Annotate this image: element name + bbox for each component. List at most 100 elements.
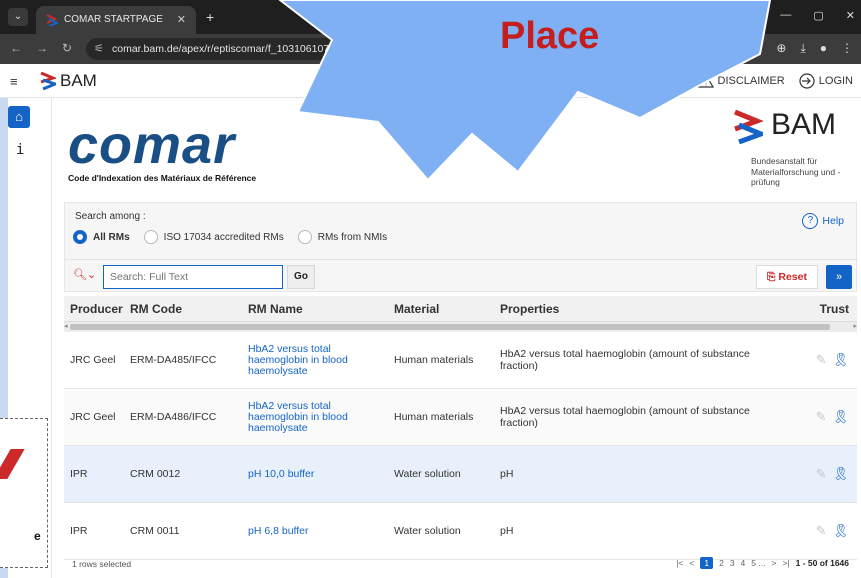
col-header-properties[interactable]: Properties [492,302,787,316]
award-icon[interactable]: 🎗︎ [832,523,849,539]
reset-label: Reset [778,271,807,283]
go-button[interactable]: Go [287,265,315,289]
horizontal-scrollbar[interactable]: ◂ ▸ [64,322,857,332]
forward-icon[interactable]: → [36,41,48,55]
award-icon[interactable]: 🎗︎ [832,466,849,482]
first-page-icon[interactable]: |< [676,558,683,568]
address-bar: ← → ↻ ⚟ comar.bam.de/apex/r/eptiscomar/f… [0,34,861,64]
page-link[interactable]: 5 ... [751,558,765,568]
page-link[interactable]: 4 [741,558,746,568]
tab-close-icon[interactable]: ✕ [177,13,186,26]
app-header: ≡ BAM CK ! DISCLAIMER LOGIN [0,64,861,98]
cell-properties: HbA2 versus total haemoglobin (amount of… [500,405,750,429]
feedback-link[interactable]: CK [668,75,683,87]
table-row[interactable]: JRC Geel ERM-DA485/IFCC HbA2 versus tota… [64,332,857,389]
login-link[interactable]: LOGIN [799,73,853,89]
help-label: Help [822,215,844,227]
main-content: comar Code d'Indexation des Matériaux de… [52,98,861,578]
col-header-trust[interactable]: Trust [787,302,857,316]
cell-properties: HbA2 versus total haemoglobin (amount of… [500,348,750,372]
warning-icon: ! [697,74,714,88]
cell-trust: ✎ 🎗︎ [787,466,857,482]
disclaimer-link[interactable]: ! DISCLAIMER [697,74,785,88]
extensions-icon[interactable]: ⊕ [776,41,786,56]
login-label: LOGIN [818,75,853,87]
scrollbar-thumb[interactable] [70,324,830,330]
hamburger-menu-icon[interactable]: ≡ [10,74,18,89]
reload-icon[interactable]: ↻ [62,41,72,55]
tab-strip: ⌄ COMAR STARTPAGE ✕ + — ▢ ✕ [0,0,861,34]
page-link[interactable]: 2 [719,558,724,568]
app-brand: BAM [60,71,97,90]
cell-rm-name-link[interactable]: pH 6,8 buffer [240,525,386,537]
cell-material: Human materials [394,411,474,423]
minimize-icon[interactable]: — [780,9,791,22]
cell-rm-code: ERM-DA485/IFCC [130,354,217,366]
search-scope-radios: All RMs ISO 17034 accredited RMs RMs fro… [73,230,387,244]
tab-title: COMAR STARTPAGE [64,14,163,25]
radio-iso-label: ISO 17034 accredited RMs [163,231,284,243]
cell-material: Water solution [394,525,461,537]
svg-text:!: ! [705,81,707,88]
col-header-producer[interactable]: Producer [64,302,123,316]
page-link[interactable]: 1 [700,557,714,569]
profile-icon[interactable]: ● [820,41,827,56]
last-page-icon[interactable]: >| [782,558,789,568]
page-link[interactable]: 3 [730,558,735,568]
new-tab-icon[interactable]: + [206,9,214,25]
col-header-rm-code[interactable]: RM Code [122,302,240,316]
next-page-icon[interactable]: > [771,558,776,568]
table-row[interactable]: IPR CRM 0012 pH 10,0 buffer Water soluti… [64,446,857,503]
award-icon[interactable]: 🎗︎ [832,409,849,425]
cell-properties: pH [500,468,514,480]
radio-all-rms[interactable]: All RMs [73,230,130,244]
actions-button[interactable]: » [826,265,852,289]
scroll-right-icon[interactable]: ▸ [853,322,857,330]
cell-rm-code: CRM 0012 [130,468,181,480]
cell-rm-name-link[interactable]: HbA2 versus total haemoglobin in blood h… [240,343,386,377]
browser-menu-icon[interactable]: ⋮ [841,41,853,56]
edit-icon[interactable]: ✎ [816,523,827,539]
table-row[interactable]: JRC Geel ERM-DA486/IFCC HbA2 versus tota… [64,389,857,446]
search-input[interactable] [103,265,283,289]
back-icon[interactable]: ← [10,41,22,55]
col-header-rm-name[interactable]: RM Name [240,302,386,316]
browser-tab[interactable]: COMAR STARTPAGE ✕ [36,6,196,34]
table-row[interactable]: IPR CRM 0011 pH 6,8 buffer Water solutio… [64,503,857,560]
search-toolbar: 🔍︎⌄ Go ⎘ Reset » [65,259,858,293]
reset-button[interactable]: ⎘ Reset [756,265,818,289]
bam-logo-icon [40,72,56,90]
home-icon[interactable]: ⌂ [8,106,30,128]
site-info-icon[interactable]: ⚟ [94,42,104,55]
maximize-icon[interactable]: ▢ [813,9,823,22]
edit-icon[interactable]: ✎ [816,352,827,368]
search-column-dropdown-icon[interactable]: 🔍︎⌄ [73,268,96,281]
cell-rm-name-link[interactable]: HbA2 versus total haemoglobin in blood h… [240,400,386,434]
cell-material: Water solution [394,468,461,480]
cell-trust: ✎ 🎗︎ [787,523,857,539]
window-controls: — ▢ ✕ [780,9,855,22]
close-window-icon[interactable]: ✕ [846,9,855,22]
comar-logo: comar [68,115,236,175]
toolbar-icons: ⊕ ⤓ ● ⋮ [776,41,853,56]
radio-iso-17034[interactable]: ISO 17034 accredited RMs [143,230,284,244]
red-logo-fragment [0,449,25,479]
tab-search-button[interactable]: ⌄ [8,8,28,26]
col-header-material[interactable]: Material [386,302,492,316]
edit-icon[interactable]: ✎ [816,466,827,482]
cell-rm-code: CRM 0011 [130,525,180,537]
cell-rm-name-link[interactable]: pH 10,0 buffer [240,468,386,480]
cell-producer: IPR [70,468,88,480]
edit-icon[interactable]: ✎ [816,409,827,425]
header-links: CK ! DISCLAIMER LOGIN [668,73,853,89]
comar-subtitle: Code d'Indexation des Matériaux de Référ… [68,173,257,183]
download-icon[interactable]: ⤓ [800,41,805,56]
info-nav-item[interactable]: i [16,142,24,158]
radio-nmis[interactable]: RMs from NMIs [297,230,387,244]
card-text: e [34,529,41,543]
scroll-left-icon[interactable]: ◂ [64,322,68,330]
award-icon[interactable]: 🎗︎ [832,352,849,368]
grid-header: Producer RM Code RM Name Material Proper… [64,296,857,322]
prev-page-icon[interactable]: < [689,558,694,568]
help-link[interactable]: ? Help [802,213,844,229]
